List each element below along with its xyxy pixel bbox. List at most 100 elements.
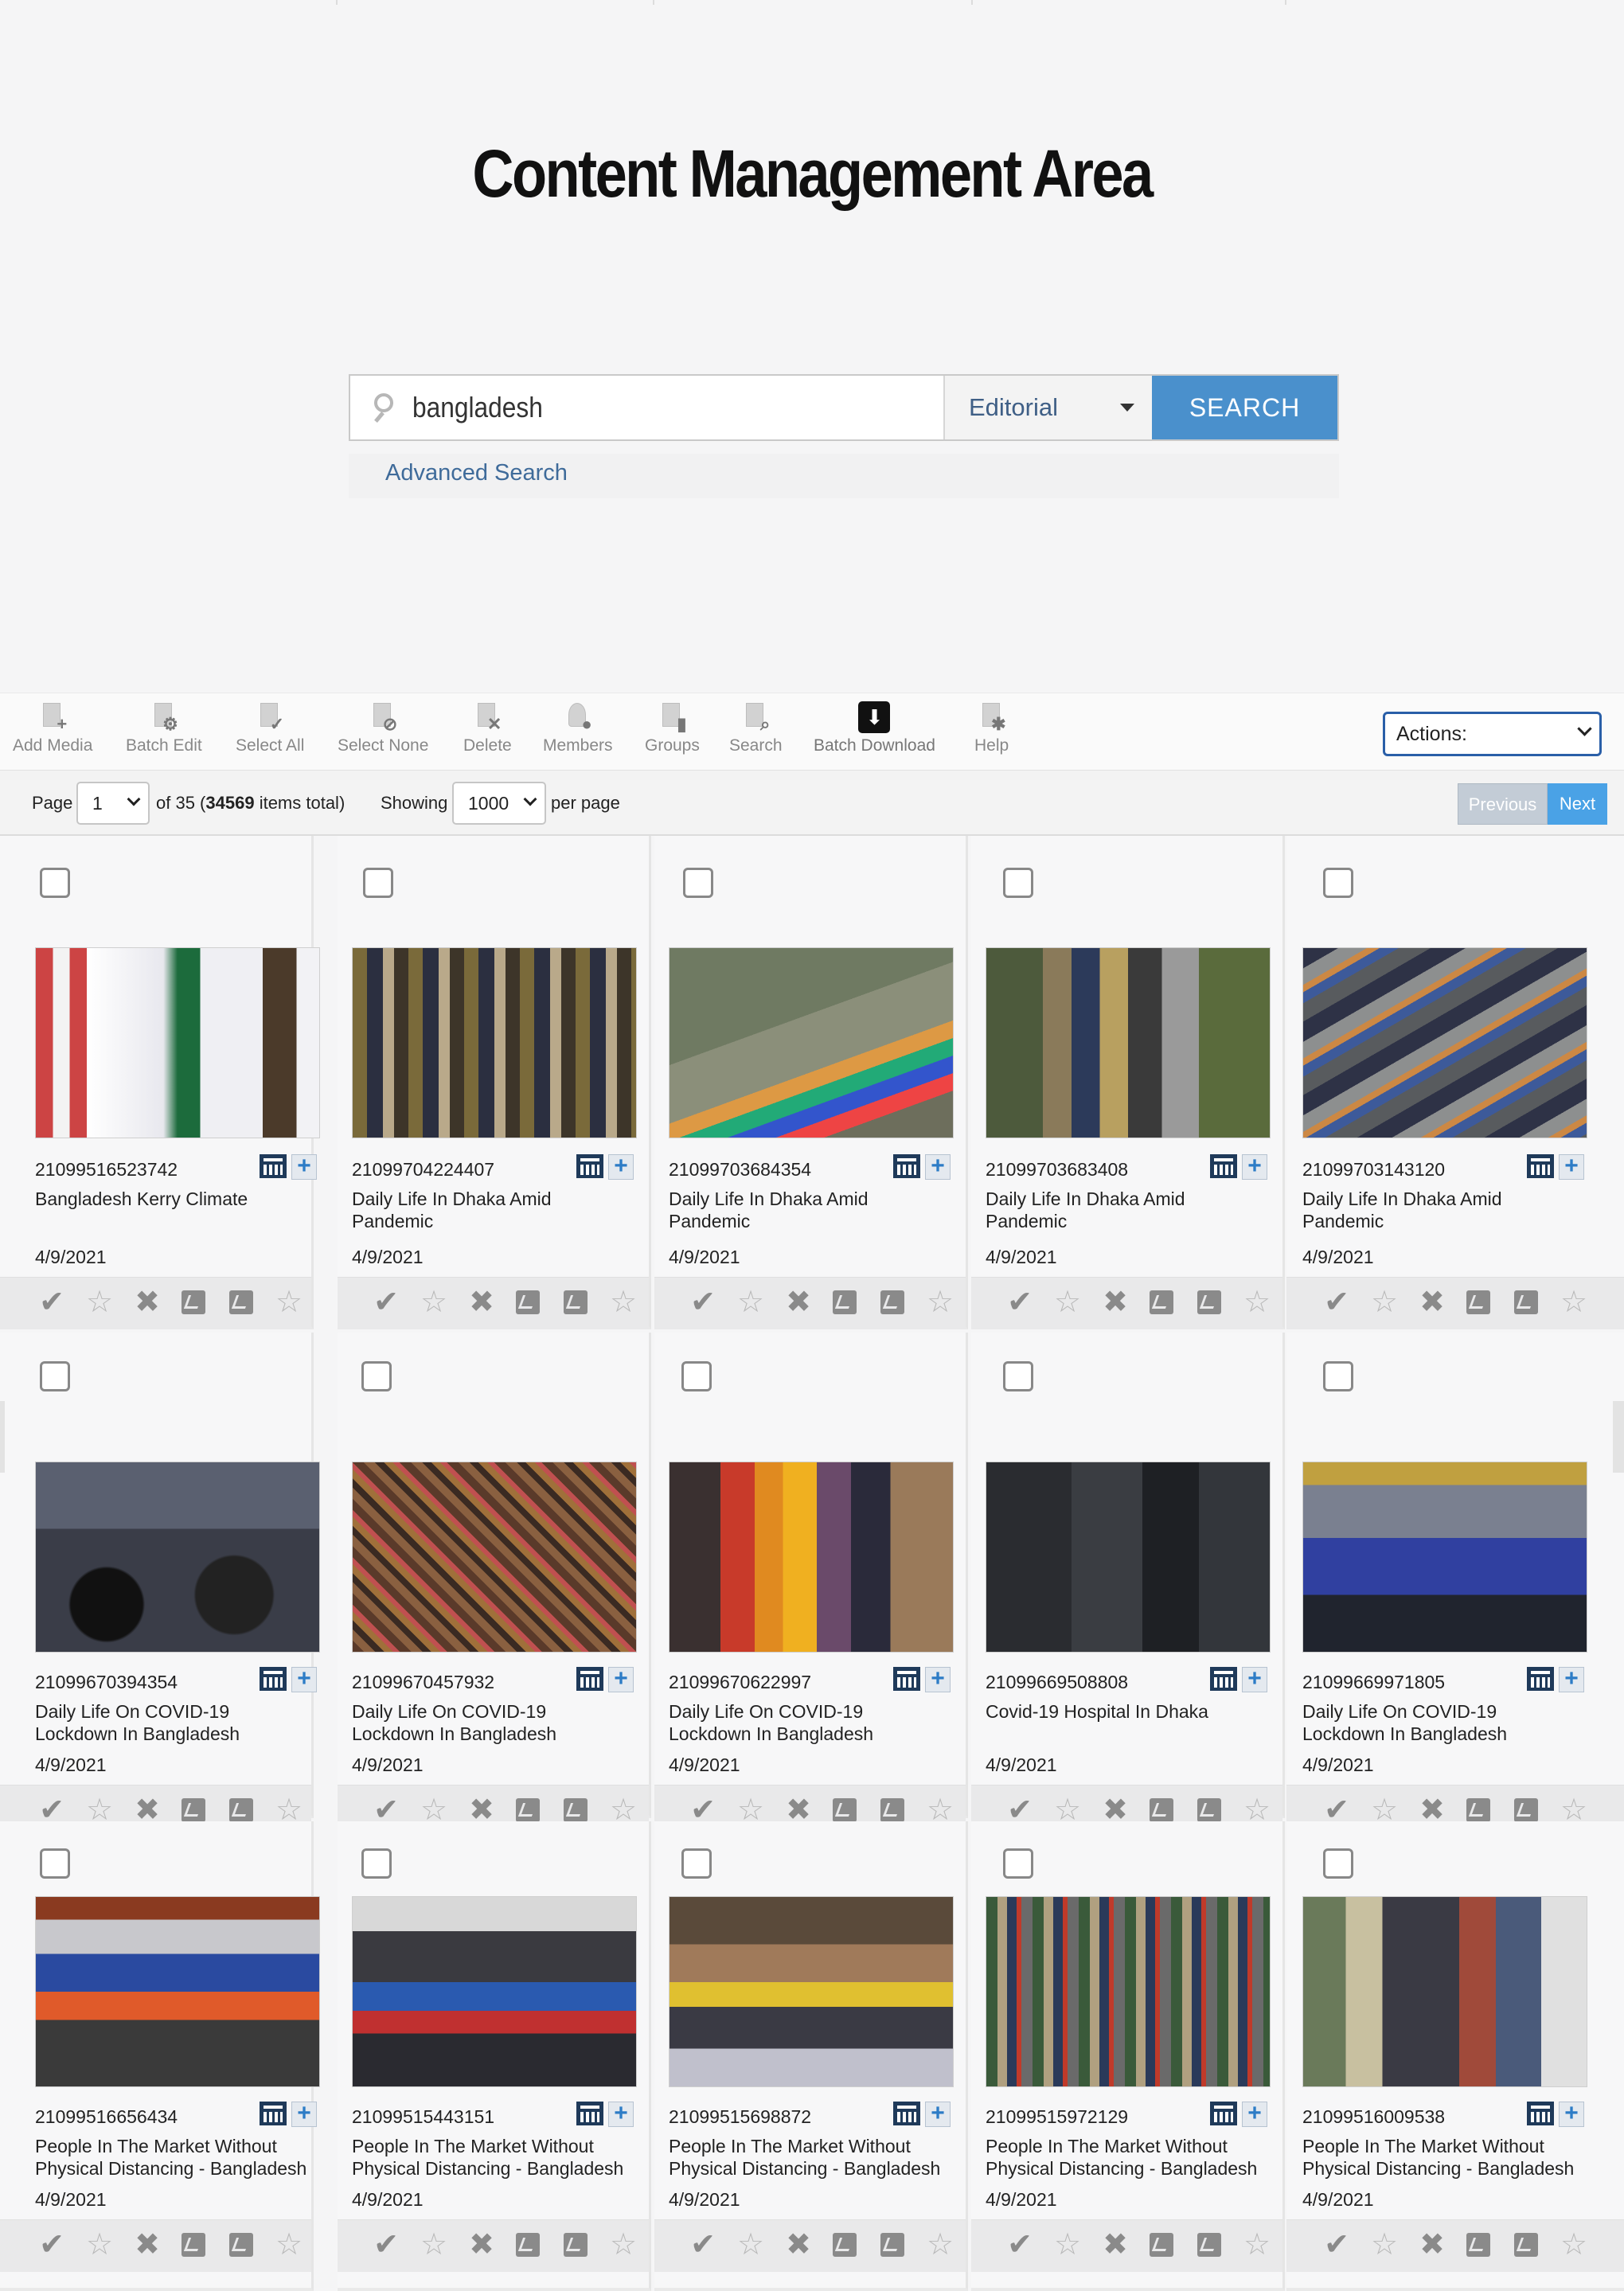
crop-icon[interactable] xyxy=(564,1290,588,1314)
edit-icon[interactable] xyxy=(833,2233,857,2257)
star-icon[interactable]: ☆ xyxy=(734,1286,767,1319)
calculator-icon[interactable] xyxy=(576,2102,603,2125)
star-icon[interactable]: ☆ xyxy=(1368,2228,1401,2262)
media-thumbnail[interactable] xyxy=(669,1462,954,1653)
groups-button[interactable]: ▮ Groups xyxy=(645,701,700,755)
search-input[interactable] xyxy=(412,391,861,424)
media-thumbnail[interactable] xyxy=(352,1462,637,1653)
calculator-icon[interactable] xyxy=(576,1667,603,1691)
search-button[interactable]: SEARCH xyxy=(1152,376,1337,439)
select-all-button[interactable]: ✓ Select All xyxy=(236,701,304,755)
select-none-button[interactable]: ⊘ Select None xyxy=(338,701,428,755)
crop-icon[interactable] xyxy=(1197,2233,1221,2257)
reject-x-icon[interactable]: ✖ xyxy=(1099,1286,1132,1319)
crop-icon[interactable] xyxy=(564,1798,588,1822)
add-icon[interactable]: + xyxy=(608,2102,634,2127)
media-thumbnail[interactable] xyxy=(352,947,637,1138)
item-checkbox[interactable] xyxy=(681,1848,712,1879)
edit-icon[interactable] xyxy=(1466,1798,1490,1822)
edit-icon[interactable] xyxy=(833,1290,857,1314)
reject-x-icon[interactable]: ✖ xyxy=(782,1286,815,1319)
help-button[interactable]: ✱ Help xyxy=(974,701,1009,755)
add-icon[interactable]: + xyxy=(925,2102,951,2127)
edit-icon[interactable] xyxy=(182,2233,205,2257)
batch-download-button[interactable]: ⬇ Batch Download xyxy=(814,701,935,755)
edit-icon[interactable] xyxy=(516,2233,540,2257)
add-icon[interactable]: + xyxy=(291,2102,317,2127)
favorite-star-icon[interactable]: ☆ xyxy=(1240,1286,1274,1319)
calculator-icon[interactable] xyxy=(576,1154,603,1178)
item-checkbox[interactable] xyxy=(683,868,713,898)
reject-x-icon[interactable]: ✖ xyxy=(1415,2228,1449,2262)
item-checkbox[interactable] xyxy=(1323,1361,1353,1391)
batch-edit-button[interactable]: ⚙ Batch Edit xyxy=(126,701,202,755)
star-icon[interactable]: ☆ xyxy=(734,2228,767,2262)
media-thumbnail[interactable] xyxy=(1302,947,1587,1138)
add-icon[interactable]: + xyxy=(608,1154,634,1180)
media-thumbnail[interactable] xyxy=(1302,1462,1587,1653)
search-input-wrap[interactable] xyxy=(350,376,945,439)
star-icon[interactable]: ☆ xyxy=(417,1286,451,1319)
edit-icon[interactable] xyxy=(833,1798,857,1822)
item-checkbox[interactable] xyxy=(1323,868,1353,898)
media-thumbnail[interactable] xyxy=(352,1896,637,2087)
crop-icon[interactable] xyxy=(229,2233,253,2257)
crop-icon[interactable] xyxy=(880,2233,904,2257)
calculator-icon[interactable] xyxy=(1210,1667,1237,1691)
add-media-button[interactable]: + Add Media xyxy=(13,701,92,755)
reject-x-icon[interactable]: ✖ xyxy=(131,2228,164,2262)
crop-icon[interactable] xyxy=(1197,1290,1221,1314)
per-page-select[interactable]: 1000 xyxy=(452,782,546,825)
media-thumbnail[interactable] xyxy=(35,1896,320,2087)
calculator-icon[interactable] xyxy=(1210,2102,1237,2125)
media-thumbnail[interactable] xyxy=(35,947,320,1138)
add-icon[interactable]: + xyxy=(291,1667,317,1692)
reject-x-icon[interactable]: ✖ xyxy=(131,1286,164,1319)
star-icon[interactable]: ☆ xyxy=(1051,2228,1084,2262)
approve-check-icon[interactable]: ✔ xyxy=(1003,2228,1036,2262)
media-thumbnail[interactable] xyxy=(669,1896,954,2087)
crop-icon[interactable] xyxy=(1197,1798,1221,1822)
edit-icon[interactable] xyxy=(1150,2233,1173,2257)
reject-x-icon[interactable]: ✖ xyxy=(1099,2228,1132,2262)
crop-icon[interactable] xyxy=(229,1290,253,1314)
approve-check-icon[interactable]: ✔ xyxy=(1320,2228,1353,2262)
advanced-search-link[interactable]: Advanced Search xyxy=(349,454,1339,498)
favorite-star-icon[interactable]: ☆ xyxy=(607,1286,640,1319)
reject-x-icon[interactable]: ✖ xyxy=(782,2228,815,2262)
reject-x-icon[interactable]: ✖ xyxy=(1415,1286,1449,1319)
crop-icon[interactable] xyxy=(1514,1290,1538,1314)
item-checkbox[interactable] xyxy=(40,1848,70,1879)
add-icon[interactable]: + xyxy=(1242,1667,1267,1692)
reject-x-icon[interactable]: ✖ xyxy=(465,1286,498,1319)
add-icon[interactable]: + xyxy=(925,1154,951,1180)
add-icon[interactable]: + xyxy=(1559,1667,1584,1692)
calculator-icon[interactable] xyxy=(1210,1154,1237,1178)
add-icon[interactable]: + xyxy=(1559,2102,1584,2127)
calculator-icon[interactable] xyxy=(1527,1667,1554,1691)
item-checkbox[interactable] xyxy=(40,1361,70,1391)
approve-check-icon[interactable]: ✔ xyxy=(1003,1286,1036,1319)
calculator-icon[interactable] xyxy=(893,1667,920,1691)
media-thumbnail[interactable] xyxy=(1302,1896,1587,2087)
favorite-star-icon[interactable]: ☆ xyxy=(923,2228,957,2262)
crop-icon[interactable] xyxy=(880,1798,904,1822)
item-checkbox[interactable] xyxy=(363,868,393,898)
approve-check-icon[interactable]: ✔ xyxy=(369,2228,403,2262)
item-checkbox[interactable] xyxy=(40,868,70,898)
calculator-icon[interactable] xyxy=(1527,2102,1554,2125)
media-thumbnail[interactable] xyxy=(986,1896,1271,2087)
calculator-icon[interactable] xyxy=(260,2102,287,2125)
star-icon[interactable]: ☆ xyxy=(417,2228,451,2262)
favorite-star-icon[interactable]: ☆ xyxy=(1240,2228,1274,2262)
item-checkbox[interactable] xyxy=(1003,1361,1033,1391)
reject-x-icon[interactable]: ✖ xyxy=(465,2228,498,2262)
media-thumbnail[interactable] xyxy=(669,947,954,1138)
actions-dropdown[interactable]: Actions: xyxy=(1383,712,1602,756)
previous-button[interactable]: Previous xyxy=(1458,783,1548,825)
next-button[interactable]: Next xyxy=(1548,783,1607,825)
item-checkbox[interactable] xyxy=(681,1361,712,1391)
add-icon[interactable]: + xyxy=(925,1667,951,1692)
approve-check-icon[interactable]: ✔ xyxy=(1320,1286,1353,1319)
star-icon[interactable]: ☆ xyxy=(1051,1286,1084,1319)
